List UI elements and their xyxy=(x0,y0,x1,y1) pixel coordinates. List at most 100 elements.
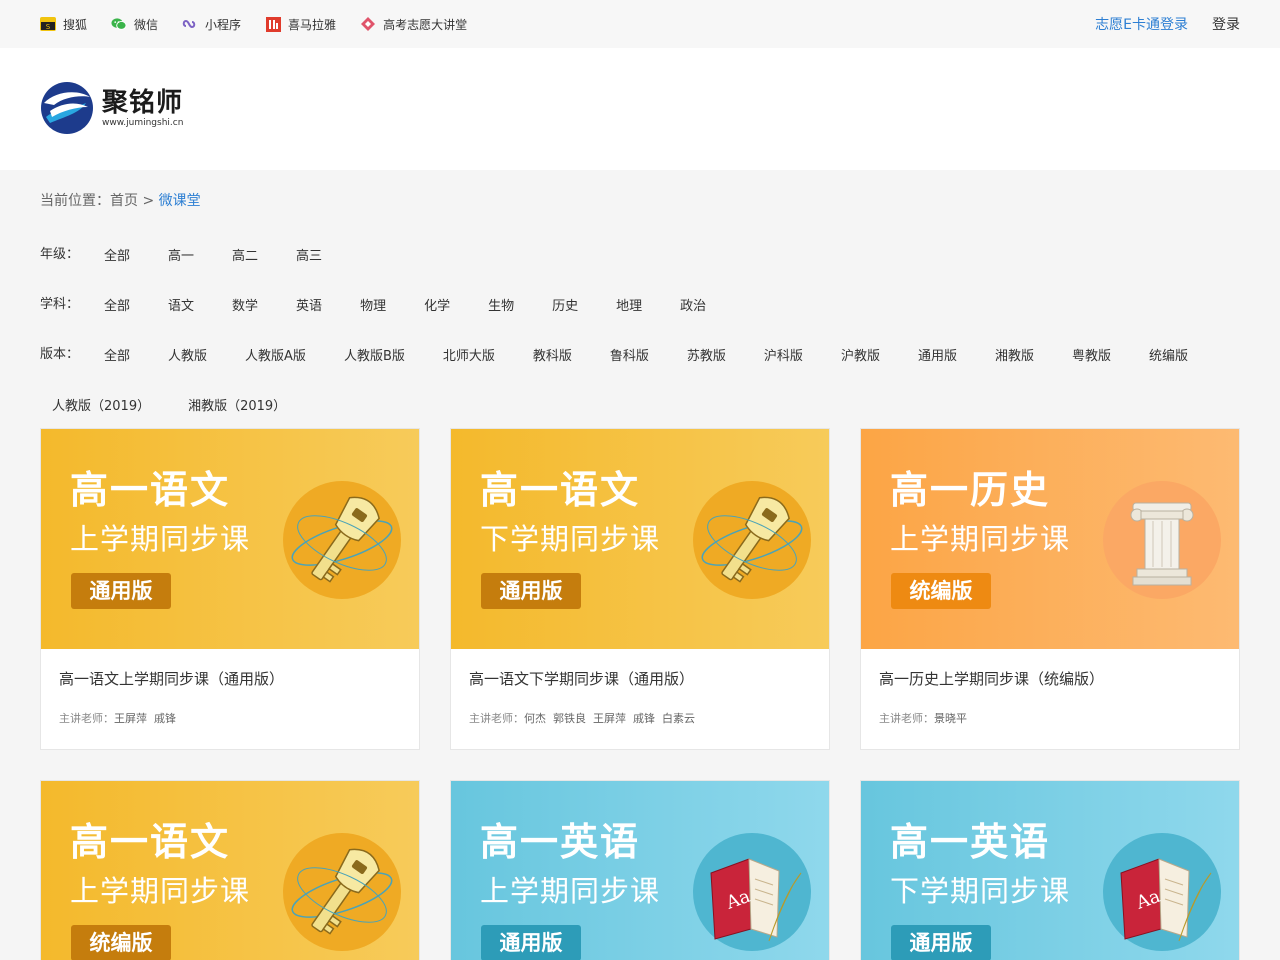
top-bar: S 搜狐 微信 小程序 喜马拉雅 高考志愿大讲堂 志愿E卡通登录 登录 xyxy=(0,0,1280,48)
filter-option[interactable]: 教科版 xyxy=(521,345,584,364)
breadcrumb: 当前位置：首页 > 微课堂 xyxy=(40,190,201,210)
topnav-label: 微信 xyxy=(134,17,159,32)
banner-subtitle: 上学期同步课 xyxy=(70,874,251,908)
ecard-login-link[interactable]: 志愿E卡通登录 xyxy=(1095,14,1188,34)
grade-options: 全部 高一 高二 高三 xyxy=(92,245,348,264)
edition-options: 全部 人教版 人教版A版 人教版B版 北师大版 教科版 鲁科版 苏教版 沪科版 … xyxy=(92,345,1214,364)
course-title: 高一历史上学期同步课（统编版） xyxy=(879,670,1105,688)
banner-edition-tag: 通用版 xyxy=(71,573,171,609)
breadcrumb-current[interactable]: 微课堂 xyxy=(159,193,201,209)
banner-subtitle: 上学期同步课 xyxy=(890,522,1071,556)
filter-option[interactable]: 全部 xyxy=(92,295,142,314)
key-icon xyxy=(291,848,393,935)
key-icon xyxy=(291,496,393,583)
topnav-link-ximalaya[interactable]: 喜马拉雅 xyxy=(265,16,336,33)
course-card[interactable]: 高一语文 下学期同步课 通用版 高一语文下学期同步课（通用版） 主讲老师：何杰 … xyxy=(450,428,830,750)
filter-option[interactable]: 统编版 xyxy=(1137,345,1200,364)
course-card[interactable]: 高一语文 上学期同步课 通用版 高一语文上学期同步课（通用版） 主讲老师：王屏萍… xyxy=(40,428,420,750)
breadcrumb-separator: > xyxy=(138,193,159,209)
filter-option[interactable]: 英语 xyxy=(284,295,334,314)
banner-edition-tag: 通用版 xyxy=(481,573,581,609)
filter-option[interactable]: 生物 xyxy=(476,295,526,314)
breadcrumb-prefix: 当前位置： xyxy=(40,193,110,209)
course-banner: 高一历史 上学期同步课 统编版 xyxy=(861,429,1239,649)
topnav-label: 喜马拉雅 xyxy=(288,17,337,32)
topnav-link-lecture[interactable]: 高考志愿大讲堂 xyxy=(360,16,467,33)
svg-text:S: S xyxy=(46,23,51,31)
topnav-label: 搜狐 xyxy=(63,17,88,32)
logo-url: www.jumingshi.cn xyxy=(102,118,184,128)
topnav-label: 高考志愿大讲堂 xyxy=(383,17,468,32)
breadcrumb-home[interactable]: 首页 xyxy=(110,193,138,209)
column-icon xyxy=(1130,502,1194,586)
wechat-icon xyxy=(111,16,127,32)
filter-option[interactable]: 湘教版 xyxy=(983,345,1046,364)
book-quill-icon: Aa xyxy=(710,858,802,942)
teacher-names: 景晓平 xyxy=(934,712,967,725)
topnav-link-wechat[interactable]: 微信 xyxy=(111,16,158,33)
filter-option[interactable]: 沪教版 xyxy=(829,345,892,364)
filter-option[interactable]: 全部 xyxy=(92,345,142,364)
subject-options: 全部 语文 数学 英语 物理 化学 生物 历史 地理 政治 xyxy=(92,295,732,314)
filter-option[interactable]: 通用版 xyxy=(906,345,969,364)
teacher-prefix: 主讲老师： xyxy=(469,712,524,725)
login-link[interactable]: 登录 xyxy=(1212,14,1240,34)
filter-option[interactable]: 化学 xyxy=(412,295,462,314)
banner-subtitle: 上学期同步课 xyxy=(480,874,661,908)
filter-option[interactable]: 历史 xyxy=(540,295,590,314)
course-title: 高一语文上学期同步课（通用版） xyxy=(59,670,285,688)
banner-title: 高一英语 xyxy=(480,820,641,864)
filter-option[interactable]: 湘教版（2019） xyxy=(176,395,298,414)
filter-option[interactable]: 北师大版 xyxy=(431,345,507,364)
topnav-link-miniprogram[interactable]: 小程序 xyxy=(182,16,241,33)
grade-filter-label: 年级： xyxy=(40,247,80,262)
teacher-names: 何杰 郭铁良 王屏萍 戚锋 白素云 xyxy=(524,712,695,725)
teacher-prefix: 主讲老师： xyxy=(879,712,934,725)
filter-option[interactable]: 苏教版 xyxy=(675,345,738,364)
filter-option[interactable]: 粤教版 xyxy=(1060,345,1123,364)
filter-option[interactable]: 物理 xyxy=(348,295,398,314)
course-card[interactable]: 高一语文 上学期同步课 统编版 xyxy=(40,780,420,960)
banner-edition-tag: 统编版 xyxy=(71,925,171,960)
filter-option[interactable]: 高二 xyxy=(220,245,270,264)
teacher-prefix: 主讲老师： xyxy=(59,712,114,725)
banner-title: 高一语文 xyxy=(70,820,231,864)
filter-option[interactable]: 人教版 xyxy=(156,345,219,364)
teacher-names: 王屏萍 戚锋 xyxy=(114,712,176,725)
banner-edition-tag: 通用版 xyxy=(481,925,581,960)
course-teachers: 主讲老师：何杰 郭铁良 王屏萍 戚锋 白素云 xyxy=(469,710,695,726)
banner-subtitle: 下学期同步课 xyxy=(890,874,1071,908)
course-banner: 高一英语 下学期同步课 通用版 Aa xyxy=(861,781,1239,960)
filter-option[interactable]: 高三 xyxy=(284,245,334,264)
banner-subtitle: 下学期同步课 xyxy=(480,522,661,556)
course-banner: 高一语文 上学期同步课 通用版 xyxy=(41,429,419,649)
filter-option[interactable]: 高一 xyxy=(156,245,206,264)
topnav-link-sohu[interactable]: S 搜狐 xyxy=(40,16,87,33)
filter-option[interactable]: 人教版A版 xyxy=(233,345,318,364)
course-teachers: 主讲老师：景晓平 xyxy=(879,710,967,726)
filter-option[interactable]: 人教版（2019） xyxy=(40,395,162,414)
topnav-label: 小程序 xyxy=(205,17,242,32)
banner-edition-tag: 统编版 xyxy=(891,573,991,609)
filter-option[interactable]: 鲁科版 xyxy=(598,345,661,364)
filter-option[interactable]: 政治 xyxy=(668,295,718,314)
filter-option[interactable]: 全部 xyxy=(92,245,142,264)
course-card[interactable]: 高一历史 上学期同步课 统编版 高一历史上学期同步课（统编版） 主讲老师：景晓平 xyxy=(860,428,1240,750)
course-card[interactable]: 高一英语 上学期同步课 通用版 Aa xyxy=(450,780,830,960)
banner-title: 高一语文 xyxy=(480,468,641,512)
site-logo[interactable]: 聚铭师 www.jumingshi.cn xyxy=(40,81,183,135)
course-banner: 高一英语 上学期同步课 通用版 Aa xyxy=(451,781,829,960)
key-icon xyxy=(701,496,803,583)
lecture-hall-icon xyxy=(360,16,376,32)
filter-option[interactable]: 语文 xyxy=(156,295,206,314)
banner-title: 高一历史 xyxy=(890,468,1051,512)
filter-option[interactable]: 沪科版 xyxy=(752,345,815,364)
subject-filter-label: 学科： xyxy=(40,297,80,312)
logo-title: 聚铭师 xyxy=(102,88,184,118)
filter-option[interactable]: 人教版B版 xyxy=(332,345,417,364)
course-card[interactable]: 高一英语 下学期同步课 通用版 Aa xyxy=(860,780,1240,960)
filter-option[interactable]: 地理 xyxy=(604,295,654,314)
ximalaya-icon xyxy=(265,16,281,32)
banner-subtitle: 上学期同步课 xyxy=(70,522,251,556)
filter-option[interactable]: 数学 xyxy=(220,295,270,314)
